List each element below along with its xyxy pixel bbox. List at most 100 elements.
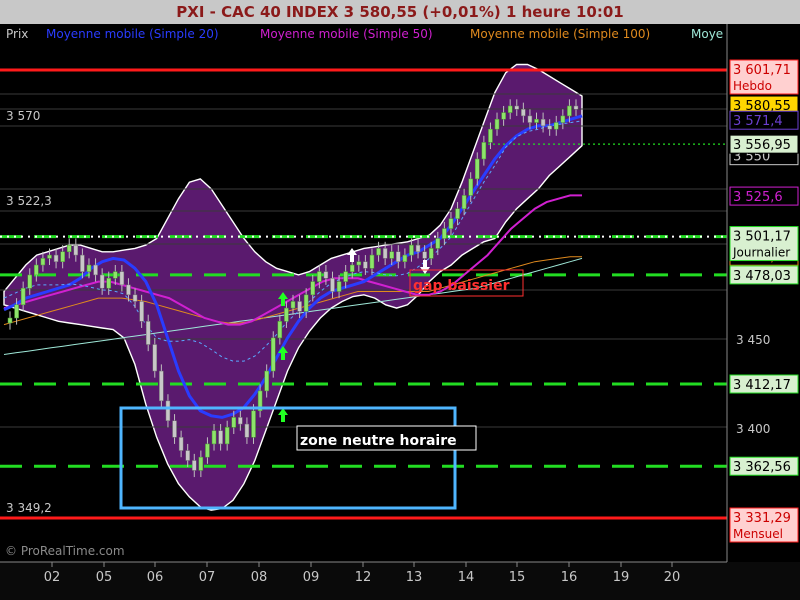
candle-body [34,264,39,276]
candle-body [231,417,237,428]
candle-body [113,271,118,279]
candle-body [53,254,59,262]
candle-body [501,112,506,120]
candle-body [540,118,546,127]
candle-body [86,264,92,272]
price-label: 3 601,71 [733,63,791,78]
candle-body [389,251,394,259]
candle-body [93,264,98,276]
candle-body [66,244,72,253]
candle-body [481,142,487,160]
price-label: 3 362,56 [733,460,791,475]
candle-body [428,248,434,259]
candle-body [80,254,85,272]
candle-body [271,337,276,372]
price-label-sub: Mensuel [733,527,783,541]
candle-body [494,118,500,130]
candle-body [547,125,552,130]
x-tick-label: 08 [251,570,268,585]
candle-body [455,208,460,219]
neutral-zone-label: zone neutre horaire [300,433,457,449]
candle-body [145,321,151,345]
chart-area[interactable]: zone neutre horaire gap baissier Prix Mo… [0,24,800,600]
legend-ma200: Moye [691,27,723,41]
candle-body [205,443,210,458]
price-label-sub: Journalier [732,246,790,260]
candle-body [349,264,355,272]
price-label: 3 556,95 [733,138,791,153]
candle-body [488,128,493,143]
candle-body [376,248,381,256]
price-label: 3 478,03 [733,269,791,284]
candle-body [343,271,348,282]
price-label: 3 331,29 [733,511,791,526]
candle-body [317,271,322,282]
x-tick-label: 07 [199,570,216,585]
candle-body [356,261,362,266]
candle-body [47,254,52,259]
candle-body [251,410,256,438]
candle-body [330,278,335,292]
candle-body [218,430,223,445]
candle-body [284,307,289,322]
x-tick-label: 05 [96,570,113,585]
candle-body [310,281,315,296]
x-tick-label: 19 [613,570,630,585]
legend-price: Prix [6,27,28,41]
watermark: © ProRealTime.com [5,544,125,558]
legend: Prix Moyenne mobile (Simple 20) Moyenne … [6,27,723,41]
candle-body [396,251,401,262]
candle-body [198,456,204,471]
candle-body [224,427,230,445]
chart-title: PXI - CAC 40 INDEX 3 580,55 (+0,01%) 1 h… [0,0,800,24]
x-tick-label: 09 [303,570,320,585]
candle-body [60,251,65,262]
legend-ma50: Moyenne mobile (Simple 50) [260,27,433,41]
candle-body [14,304,19,319]
candle-body [303,294,309,312]
candle-body [521,109,526,117]
x-tick-label: 06 [147,570,164,585]
price-label: 3 412,17 [733,378,791,393]
candle-body [159,370,164,402]
price-label: 3 571,4 [733,114,783,129]
candle-body [409,244,414,256]
candle-body [442,228,447,239]
candle-body [238,417,243,425]
candle-body [106,278,111,289]
candle-body [554,122,559,130]
y-tick-label: 3 400 [736,422,770,436]
y-tick-label: 3 570 [6,109,40,123]
candle-body [415,244,421,253]
legend-ma20: Moyenne mobile (Simple 20) [46,27,219,41]
candle-body [514,105,520,110]
candle-body [73,244,79,256]
candle-body [475,158,480,180]
candle-body [132,294,138,302]
candle-body [99,274,105,289]
x-tick-label: 20 [664,570,681,585]
y-tick-label: 3 349,2 [6,501,52,515]
price-label: 3 501,17 [733,230,791,245]
price-label-sub: Hebdo [733,79,772,93]
candle-body [402,254,408,262]
candle-body [422,251,427,259]
candle-body [297,301,302,312]
candle-body [172,420,177,438]
candle-body [277,321,283,339]
candle-body [323,271,329,279]
x-tick-label: 15 [509,570,526,585]
candle-body [119,271,125,286]
x-tick-label: 13 [406,570,423,585]
candle-body [40,258,46,266]
candle-body [152,344,158,372]
x-tick-label: 14 [458,570,475,585]
candle-body [192,460,197,471]
x-tick-label: 16 [561,570,578,585]
candle-body [560,115,566,123]
candle-body [369,254,375,269]
candle-body [20,287,26,306]
candle-body [448,218,454,229]
candle-body [211,430,217,445]
candle-body [126,284,131,296]
